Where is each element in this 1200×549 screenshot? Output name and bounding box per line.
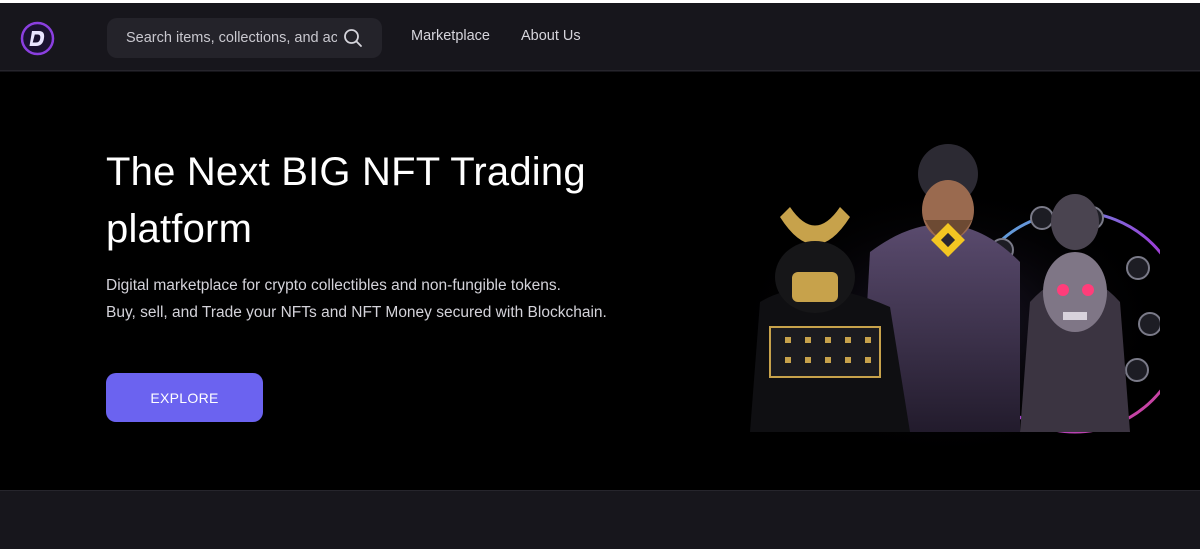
search-input[interactable]: [107, 18, 337, 58]
hero-subtitle-line: Digital marketplace for crypto collectib…: [106, 277, 561, 294]
search-icon[interactable]: [342, 27, 364, 49]
search-box: [107, 18, 382, 58]
explore-button[interactable]: EXPLORE: [106, 373, 263, 422]
hero-section: The Next BIG NFT Trading platform Digita…: [0, 72, 1200, 490]
hero-subtitle: Digital marketplace for crypto collectib…: [106, 272, 706, 326]
hero-subtitle-line: Buy, sell, and Trade your NFTs and NFT M…: [106, 304, 607, 321]
hero-title: The Next BIG NFT Trading platform: [106, 150, 586, 251]
top-navbar: Marketplace About Us: [0, 3, 1200, 71]
footer-strip: [0, 490, 1200, 549]
nav-link-about-us[interactable]: About Us: [521, 28, 581, 44]
hero-nft-characters-image: [730, 144, 1160, 452]
nav-link-marketplace[interactable]: Marketplace: [411, 28, 490, 44]
app-frame: Marketplace About Us The Next BIG NFT Tr…: [0, 3, 1200, 549]
logo-icon[interactable]: [20, 21, 55, 56]
